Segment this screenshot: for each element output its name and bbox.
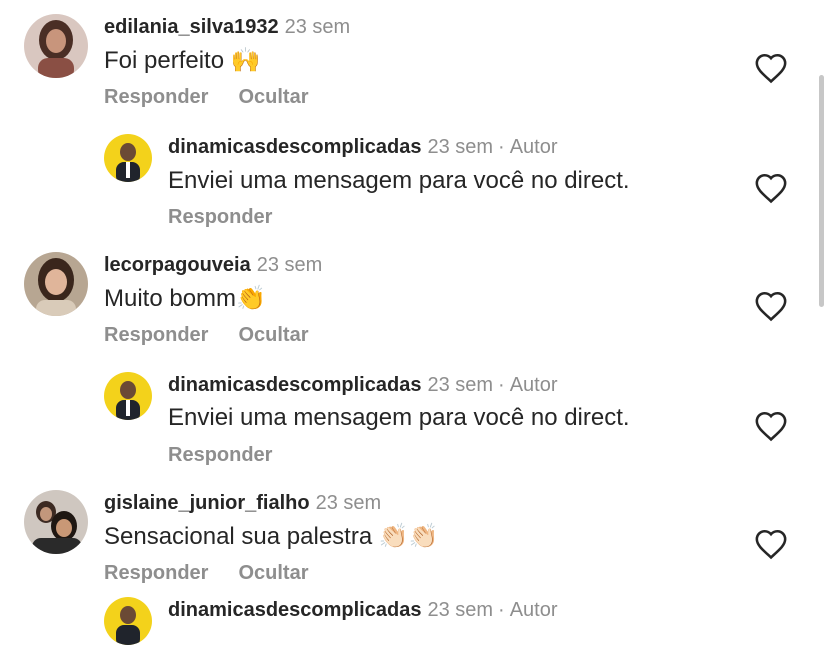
reply-button[interactable]: Responder <box>104 86 208 108</box>
username[interactable]: gislaine_junior_fialho <box>104 492 310 514</box>
comment-text: Enviei uma mensagem para você no direct. <box>168 404 630 431</box>
raising-hands-emoji: 🙌 <box>230 47 261 74</box>
comment-actions: Responder Ocultar <box>104 324 339 347</box>
username[interactable]: dinamicasdescomplicadas <box>168 374 421 396</box>
timestamp: 23 sem <box>256 254 323 276</box>
separator: · <box>498 136 505 158</box>
comment-text: Enviei uma mensagem para você no direct. <box>168 167 630 194</box>
timestamp: 23 sem <box>427 136 494 158</box>
author-badge: Autor <box>509 599 558 621</box>
comment-meta: gislaine_junior_fialho 23 sem <box>104 492 381 515</box>
reply-button[interactable]: Responder <box>104 324 208 346</box>
hide-button[interactable]: Ocultar <box>238 324 308 346</box>
timestamp: 23 sem <box>427 374 494 396</box>
username[interactable]: dinamicasdescomplicadas <box>168 136 421 158</box>
heart-outline-icon[interactable] <box>754 52 788 84</box>
comment-meta: lecorpagouveia 23 sem <box>104 254 322 277</box>
comment-text: Sensacional sua palestra 👏🏻👏🏻 <box>104 522 439 551</box>
heart-outline-icon[interactable] <box>754 290 788 322</box>
clapping-hands-emoji: 👏 <box>236 285 266 312</box>
comment-actions: Responder Ocultar <box>104 86 339 109</box>
comment-body: Muito bomm <box>104 285 237 312</box>
comment-actions: Responder Ocultar <box>104 562 339 585</box>
comment-text: Foi perfeito 🙌 <box>104 46 261 75</box>
user-avatar[interactable] <box>24 490 88 554</box>
heart-outline-icon[interactable] <box>754 172 788 204</box>
username[interactable]: dinamicasdescomplicadas <box>168 599 421 621</box>
comment-actions: Responder <box>168 206 302 229</box>
comment-body: Foi perfeito <box>104 47 225 74</box>
username[interactable]: lecorpagouveia <box>104 254 251 276</box>
comment-meta: dinamicasdescomplicadas 23 sem · Autor <box>168 136 558 159</box>
comment-actions: Responder <box>168 444 302 467</box>
heart-outline-icon[interactable] <box>754 528 788 560</box>
comment-meta: edilania_silva1932 23 sem <box>104 16 350 39</box>
comment-meta: dinamicasdescomplicadas 23 sem · Autor <box>168 374 558 397</box>
hide-button[interactable]: Ocultar <box>238 86 308 108</box>
comment-meta: dinamicasdescomplicadas 23 sem · Autor <box>168 599 558 622</box>
comment-body: Sensacional sua palestra <box>104 523 373 550</box>
timestamp: 23 sem <box>427 599 494 621</box>
user-avatar[interactable] <box>104 134 152 182</box>
reply-button[interactable]: Responder <box>104 562 208 584</box>
scrollbar[interactable] <box>819 75 824 307</box>
comment-text: Muito bomm👏 <box>104 284 266 313</box>
reply-button[interactable]: Responder <box>168 444 272 466</box>
reply-button[interactable]: Responder <box>168 206 272 228</box>
user-avatar[interactable] <box>24 252 88 316</box>
separator: · <box>498 374 505 396</box>
timestamp: 23 sem <box>315 492 382 514</box>
separator: · <box>498 599 505 621</box>
user-avatar[interactable] <box>104 597 152 645</box>
username[interactable]: edilania_silva1932 <box>104 16 279 38</box>
user-avatar[interactable] <box>24 14 88 78</box>
author-badge: Autor <box>509 136 558 158</box>
hide-button[interactable]: Ocultar <box>238 562 308 584</box>
clapping-hands-emoji: 👏🏻👏🏻 <box>378 523 439 550</box>
author-badge: Autor <box>509 374 558 396</box>
timestamp: 23 sem <box>284 16 351 38</box>
heart-outline-icon[interactable] <box>754 410 788 442</box>
user-avatar[interactable] <box>104 372 152 420</box>
